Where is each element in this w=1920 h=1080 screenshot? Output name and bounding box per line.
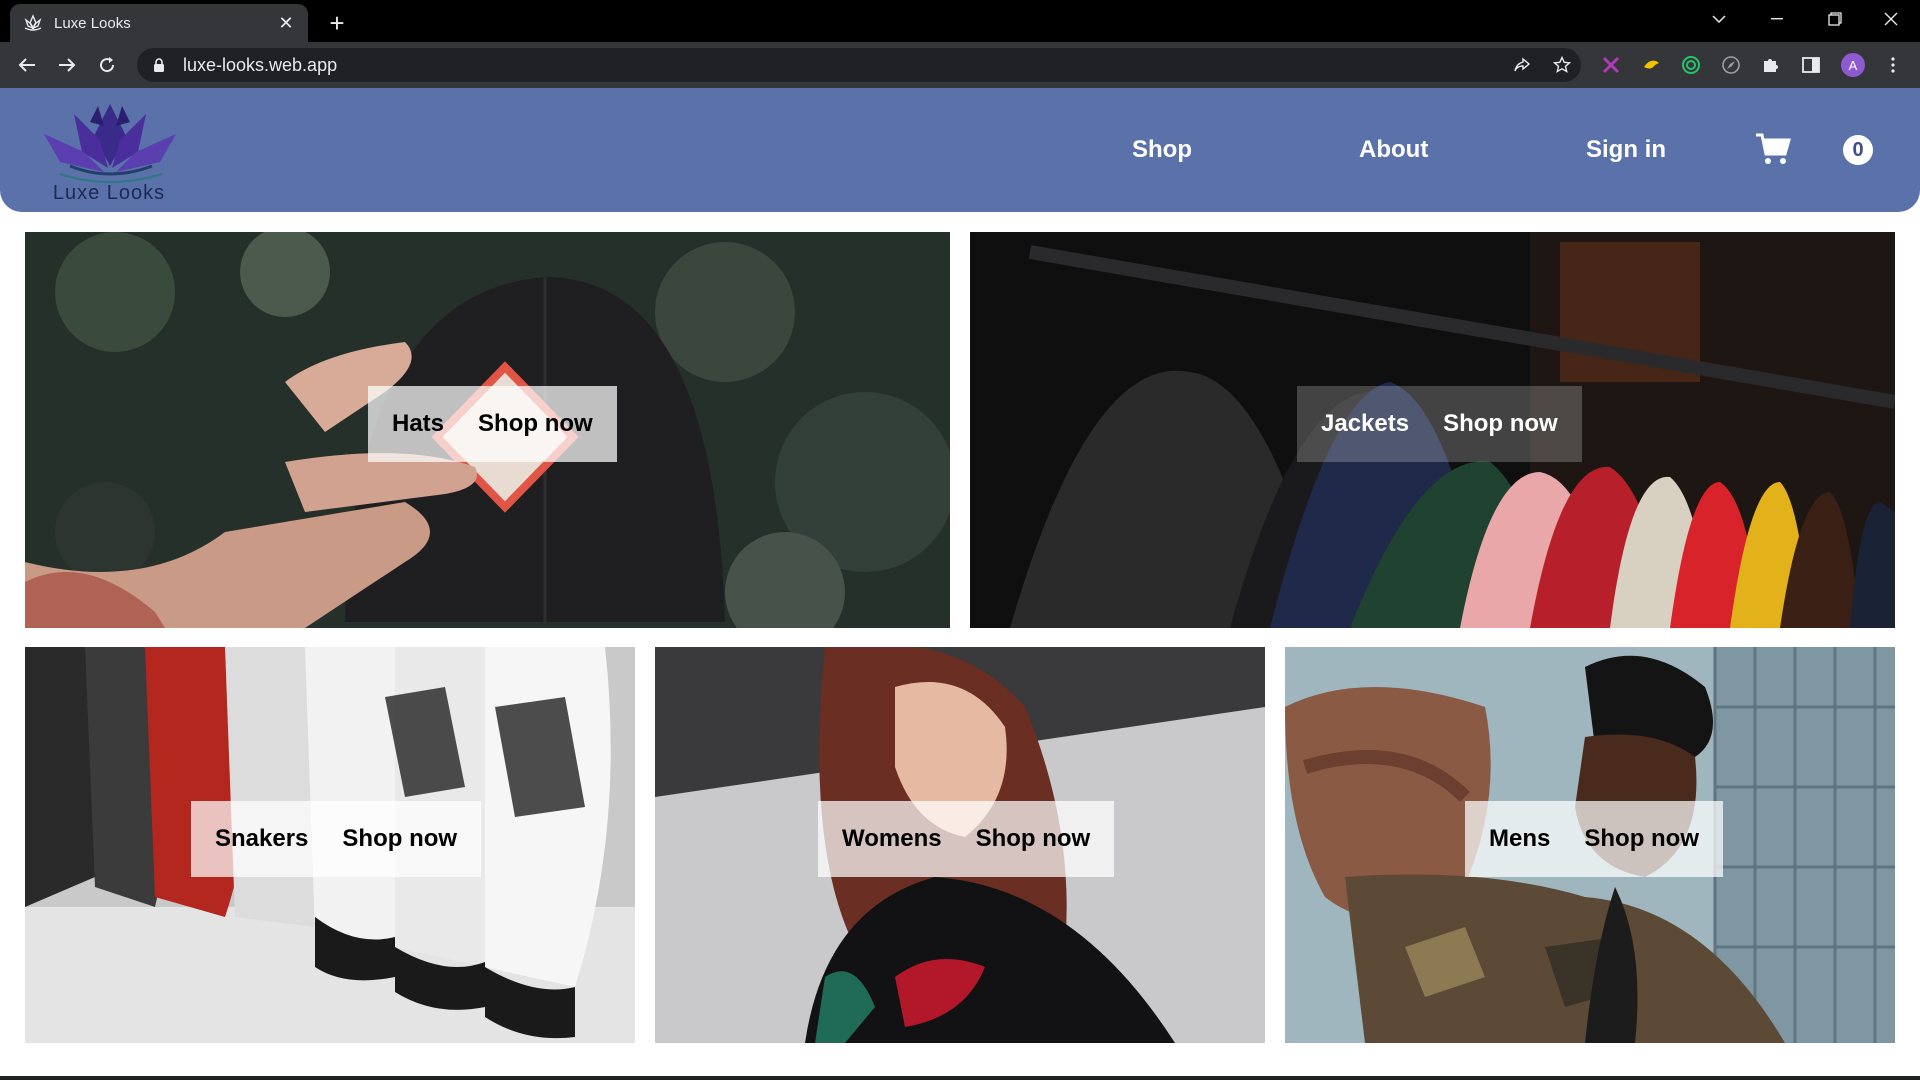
extension-bird-icon[interactable] (1638, 52, 1664, 78)
category-name: Hats (392, 410, 445, 437)
tab-search-icon[interactable] (1690, 0, 1748, 38)
category-name: Jackets (1321, 410, 1410, 437)
side-panel-icon[interactable] (1798, 52, 1824, 78)
category-name: Mens (1489, 825, 1551, 852)
tile-label-snakers[interactable]: Snakers Shop now (191, 801, 482, 877)
minimize-icon[interactable] (1748, 0, 1806, 38)
shop-now-link[interactable]: Shop now (1443, 410, 1558, 438)
forward-icon[interactable] (52, 50, 82, 80)
logo-text: Luxe Looks (52, 182, 166, 204)
tab-title: Luxe Looks (54, 14, 131, 32)
back-icon[interactable] (12, 50, 42, 80)
tile-label-jackets[interactable]: Jackets Shop now (1297, 386, 1582, 462)
browser-tabstrip: Luxe Looks ✕ + (0, 0, 1920, 42)
lock-icon (153, 57, 169, 73)
shop-now-link[interactable]: Shop now (1584, 825, 1699, 853)
browser-toolbar: luxe-looks.web.app A (0, 42, 1920, 88)
nav-shop-link[interactable]: Shop (1132, 136, 1192, 164)
address-bar[interactable]: luxe-looks.web.app (137, 48, 1581, 82)
extension-compass-icon[interactable] (1718, 52, 1744, 78)
extension-x-icon[interactable] (1598, 52, 1624, 78)
cart-icon[interactable] (1755, 132, 1791, 166)
window-bottom-edge (0, 1076, 1920, 1080)
lotus-favicon-icon (22, 12, 44, 34)
category-name: Snakers (215, 825, 309, 852)
tile-label-hats[interactable]: Hats Shop now (368, 386, 617, 462)
share-icon[interactable] (1507, 50, 1537, 80)
shop-now-link[interactable]: Shop now (976, 825, 1091, 853)
reload-icon[interactable] (92, 50, 122, 80)
shop-now-link[interactable]: Shop now (478, 410, 593, 438)
category-tile-womens[interactable]: Womens Shop now (655, 647, 1265, 1043)
restore-icon[interactable] (1806, 0, 1864, 38)
category-tile-hats[interactable]: Hats Shop now (25, 232, 950, 628)
bookmark-star-icon[interactable] (1547, 50, 1577, 80)
tab-close-icon[interactable]: ✕ (276, 13, 296, 33)
browser-tab[interactable]: Luxe Looks ✕ (10, 4, 308, 42)
category-tile-jackets[interactable]: Jackets Shop now (970, 232, 1895, 628)
category-tile-mens[interactable]: Mens Shop now (1285, 647, 1895, 1043)
extension-target-icon[interactable] (1678, 52, 1704, 78)
tile-label-womens[interactable]: Womens Shop now (818, 801, 1115, 877)
category-name: Womens (842, 825, 942, 852)
extensions-puzzle-icon[interactable] (1758, 52, 1784, 78)
nav-about-link[interactable]: About (1359, 136, 1428, 164)
nav-sign-in-link[interactable]: Sign in (1586, 136, 1666, 164)
browser-menu-icon[interactable] (1880, 52, 1906, 78)
profile-avatar[interactable]: A (1840, 52, 1866, 78)
new-tab-button[interactable]: + (322, 8, 352, 38)
cart-count-badge[interactable]: 0 (1843, 135, 1873, 165)
site-header: Luxe Looks Shop About Sign in (0, 88, 1920, 212)
category-tile-snakers[interactable]: Snakers Shop now (25, 647, 635, 1043)
tile-label-mens[interactable]: Mens Shop now (1465, 801, 1724, 877)
shop-now-link[interactable]: Shop now (342, 825, 457, 853)
url-text: luxe-looks.web.app (183, 54, 338, 75)
close-window-icon[interactable] (1862, 0, 1920, 38)
